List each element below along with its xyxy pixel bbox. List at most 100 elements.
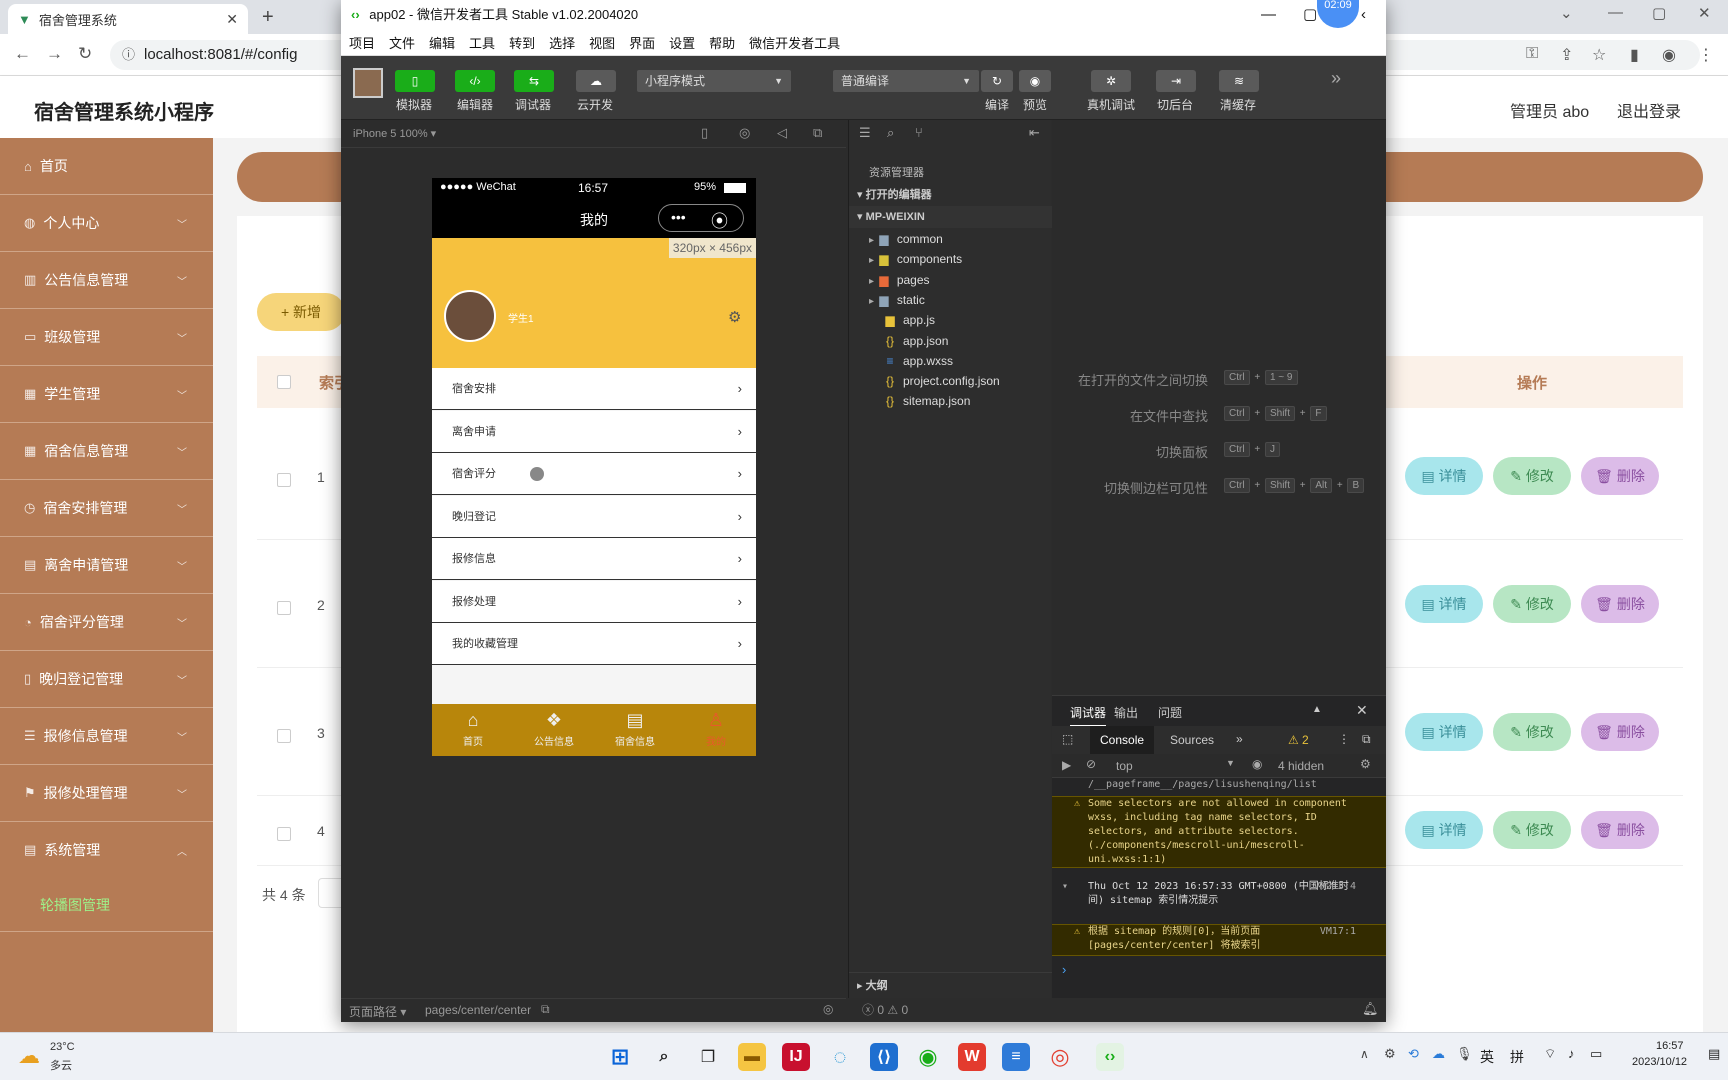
- menu-item[interactable]: 选择: [549, 33, 575, 52]
- more-tabs-icon[interactable]: »: [1236, 732, 1243, 746]
- panel-close-icon[interactable]: ✕: [1356, 702, 1368, 719]
- search-icon[interactable]: ⌕: [887, 125, 894, 141]
- bookmark-star-icon[interactable]: ☆: [1592, 45, 1606, 65]
- debugger-toggle[interactable]: ⇆: [514, 70, 554, 92]
- sidebar-item[interactable]: ⌂ 首页: [0, 138, 213, 195]
- sidebar-item[interactable]: ◔ 宿舍评分管理 ﹀: [0, 594, 213, 651]
- menu-item[interactable]: 项目: [349, 33, 375, 52]
- volume-icon[interactable]: ♪: [1568, 1046, 1575, 1061]
- file-folder[interactable]: ▸ ▆ static: [849, 289, 1052, 311]
- tray-sync-icon[interactable]: ⟲: [1408, 1046, 1419, 1062]
- vscode-icon[interactable]: ⟨⟩: [870, 1043, 898, 1071]
- devtools-close[interactable]: ‹: [1361, 0, 1366, 30]
- console-settings-icon[interactable]: ⚙: [1360, 757, 1371, 771]
- site-info-icon[interactable]: ⓘ: [122, 40, 135, 70]
- sidebar-item[interactable]: ▭ 班级管理 ﹀: [0, 309, 213, 366]
- edit-button[interactable]: ✎ 修改: [1493, 713, 1571, 751]
- detail-button[interactable]: ▤ 详情: [1405, 713, 1483, 751]
- menu-item[interactable]: 界面: [629, 33, 655, 52]
- log-source[interactable]: VM17:1: [1320, 925, 1356, 939]
- volume-icon[interactable]: ◁: [777, 125, 787, 141]
- tray-up-icon[interactable]: ∧: [1360, 1047, 1369, 1061]
- project-section[interactable]: ▾ MP-WEIXIN: [849, 206, 1052, 228]
- developer-avatar[interactable]: [353, 68, 383, 98]
- more-tools-icon[interactable]: »: [1331, 68, 1341, 89]
- detail-button[interactable]: ▤ 详情: [1405, 457, 1483, 495]
- edit-button[interactable]: ✎ 修改: [1493, 585, 1571, 623]
- file-folder[interactable]: ▸ ▆ pages: [849, 269, 1052, 291]
- new-tab-button[interactable]: +: [262, 6, 274, 29]
- sidebar-item[interactable]: ☰ 报修信息管理 ﹀: [0, 708, 213, 765]
- sidebar-item[interactable]: ◍ 个人中心 ﹀: [0, 195, 213, 252]
- log-source[interactable]: VM213:4: [1314, 880, 1356, 894]
- record-icon[interactable]: ◎: [739, 125, 750, 141]
- backstage-button[interactable]: ⇥: [1156, 70, 1196, 92]
- more-dots-icon[interactable]: •••: [671, 209, 686, 225]
- panel-up-icon[interactable]: ▲: [1312, 704, 1322, 715]
- file-explorer-icon[interactable]: ▬: [738, 1043, 766, 1071]
- key-icon[interactable]: ⚿: [1526, 45, 1538, 63]
- chrome-icon[interactable]: ◎: [1046, 1043, 1074, 1071]
- rotate-icon[interactable]: ▯: [701, 125, 708, 141]
- row-checkbox[interactable]: [277, 601, 291, 615]
- menu-item[interactable]: 微信开发者工具: [749, 33, 840, 52]
- inspect-icon[interactable]: ⬚: [1062, 732, 1073, 746]
- profile-icon[interactable]: ◉: [1662, 45, 1676, 65]
- mode-select[interactable]: 小程序模式 ▼: [637, 70, 791, 92]
- close-tab-icon[interactable]: ✕: [226, 11, 238, 28]
- tray-mic-icon[interactable]: 🎙︎: [1456, 1046, 1473, 1062]
- phone-menu-item[interactable]: 宿舍安排 ›: [432, 368, 756, 410]
- sidebar-icon[interactable]: ▮: [1630, 45, 1639, 65]
- logout-link[interactable]: 退出登录: [1617, 98, 1681, 122]
- add-button[interactable]: + 新增: [257, 293, 345, 331]
- phone-menu-item[interactable]: 我的收藏管理 ›: [432, 623, 756, 665]
- phone-tab-3[interactable]: ♙ 我的: [681, 710, 751, 748]
- jetbrains-icon[interactable]: IJ: [782, 1043, 810, 1071]
- phone-menu-item[interactable]: 晚归登记 ›: [432, 495, 756, 538]
- undock-icon[interactable]: ⧉: [1362, 732, 1371, 747]
- page-path-label[interactable]: 页面路径 ▾: [349, 1003, 406, 1020]
- menu-item[interactable]: 文件: [389, 33, 415, 52]
- open-editors-section[interactable]: ▾ 打开的编辑器: [849, 184, 1052, 206]
- sidebar-item[interactable]: ◷ 宿舍安排管理 ﹀: [0, 480, 213, 537]
- edit-button[interactable]: ✎ 修改: [1493, 457, 1571, 495]
- task-view-icon[interactable]: ❐: [694, 1043, 722, 1071]
- share-icon[interactable]: ⇪: [1560, 45, 1573, 65]
- detail-button[interactable]: ▤ 详情: [1405, 585, 1483, 623]
- console-prompt-icon[interactable]: ›: [1062, 962, 1066, 977]
- sidebar-toggle-icon[interactable]: ▶: [1062, 758, 1071, 772]
- search-icon[interactable]: ⌕: [650, 1043, 678, 1071]
- sidebar-item[interactable]: ▯ 晚归登记管理 ﹀: [0, 651, 213, 708]
- start-icon[interactable]: ⊞: [606, 1043, 634, 1071]
- compile-select[interactable]: 普通编译 ▼: [833, 70, 979, 92]
- console-tab-1[interactable]: 输出: [1114, 704, 1138, 721]
- clear-cache-button[interactable]: ≋: [1219, 70, 1259, 92]
- select-all-checkbox[interactable]: [277, 375, 291, 389]
- file-json[interactable]: {} sitemap.json: [849, 390, 1052, 412]
- menu-item[interactable]: 视图: [589, 33, 615, 52]
- real-debug-button[interactable]: ✲: [1091, 70, 1131, 92]
- menu-item[interactable]: 帮助: [709, 33, 735, 52]
- battery-icon[interactable]: ▭: [1590, 1046, 1602, 1062]
- close-window-button[interactable]: ✕: [1698, 4, 1711, 22]
- phone-menu-item[interactable]: 宿舍评分 ›: [432, 453, 756, 495]
- menu-item[interactable]: 转到: [509, 33, 535, 52]
- wechat-icon[interactable]: ◉: [914, 1043, 942, 1071]
- console-tab-0[interactable]: 调试器: [1070, 704, 1107, 727]
- forward-icon[interactable]: →: [46, 44, 63, 64]
- ime-lang[interactable]: 英: [1480, 1047, 1494, 1067]
- context-select[interactable]: top: [1116, 759, 1133, 773]
- list-icon[interactable]: ☰: [859, 125, 871, 141]
- git-branch-icon[interactable]: ⑂: [915, 125, 923, 140]
- cloud-dev-button[interactable]: ☁: [576, 70, 616, 92]
- file-folder[interactable]: ▸ ▆ components: [849, 248, 1052, 270]
- delete-button[interactable]: 🗑︎ 删除: [1581, 713, 1659, 751]
- wechat-devtools-icon[interactable]: ‹›: [1096, 1043, 1124, 1071]
- file-wxss[interactable]: ≡ app.wxss: [849, 350, 1052, 372]
- kebab-icon[interactable]: ⋮: [1338, 732, 1350, 746]
- file-folder[interactable]: ▸ ▆ common: [849, 228, 1052, 250]
- admin-user[interactable]: 管理员 abo: [1510, 98, 1589, 122]
- file-js[interactable]: ▆ app.js: [849, 309, 1052, 331]
- browser-tab[interactable]: ▼ 宿舍管理系统 ✕: [8, 4, 248, 34]
- tab-search-icon[interactable]: ⌄: [1560, 4, 1573, 22]
